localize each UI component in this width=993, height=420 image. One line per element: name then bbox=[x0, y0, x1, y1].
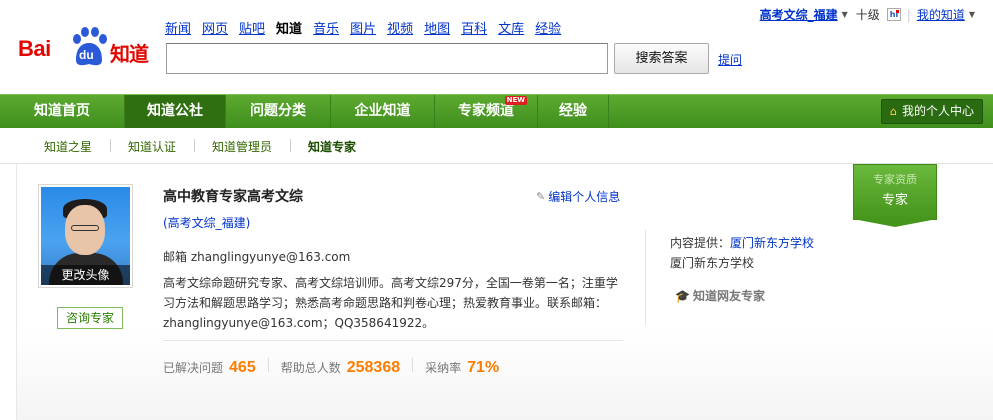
product-link-web[interactable]: 网页 bbox=[202, 18, 228, 37]
product-link-jingyan[interactable]: 经验 bbox=[535, 18, 561, 37]
stat-value: 71% bbox=[467, 359, 500, 376]
subnav-experts[interactable]: 知道专家 bbox=[308, 138, 356, 155]
user-level: 十级 bbox=[855, 8, 880, 22]
divider bbox=[290, 139, 291, 152]
expert-qualification-ribbon: 专家资质 专家 bbox=[853, 164, 937, 220]
netfriend-expert-tag: 🎓 知道网友专家 bbox=[675, 287, 765, 304]
nav-label: 问题分类 bbox=[250, 103, 306, 119]
nav-label: 知道首页 bbox=[34, 103, 90, 119]
subnav-zhidao-star[interactable]: 知道之星 bbox=[44, 138, 92, 155]
logo-du-text: du bbox=[79, 48, 94, 62]
chevron-down-icon[interactable]: ▼ bbox=[969, 10, 975, 19]
product-link-tieba[interactable]: 贴吧 bbox=[239, 18, 265, 37]
product-link-music[interactable]: 音乐 bbox=[313, 18, 339, 37]
avatar[interactable]: 更改头像 bbox=[41, 187, 130, 285]
logo-bai-text: Bai bbox=[18, 36, 51, 61]
divider bbox=[110, 139, 111, 152]
nav-categories[interactable]: 问题分类 bbox=[226, 95, 331, 128]
username-link[interactable]: 高考文综_福建 bbox=[760, 6, 838, 23]
avatar-glasses bbox=[71, 225, 99, 231]
nav-zhidao-commune[interactable]: 知道公社 bbox=[125, 95, 226, 128]
ribbon-tip bbox=[853, 219, 937, 227]
subnav-admins[interactable]: 知道管理员 bbox=[212, 138, 272, 155]
divider bbox=[163, 340, 623, 341]
product-link-video[interactable]: 视频 bbox=[387, 18, 413, 37]
stat-label: 帮助总人数 bbox=[280, 361, 341, 375]
stat-label: 已解决问题 bbox=[163, 361, 224, 375]
nav-label: 经验 bbox=[559, 103, 587, 119]
product-link-baike[interactable]: 百科 bbox=[461, 18, 487, 37]
home-icon: ⌂ bbox=[890, 105, 897, 118]
edit-icon: ✎ bbox=[536, 190, 546, 203]
provider-label: 内容提供： bbox=[670, 236, 731, 250]
product-link-map[interactable]: 地图 bbox=[424, 18, 450, 37]
provider-link[interactable]: 厦门新东方学校 bbox=[730, 236, 814, 250]
ribbon-title: 专家资质 bbox=[873, 173, 917, 186]
chevron-down-icon[interactable]: ▼ bbox=[842, 10, 848, 19]
my-zhidao-link[interactable]: 我的知道 bbox=[917, 6, 965, 23]
edit-profile-link[interactable]: ✎ 编辑个人信息 bbox=[536, 188, 620, 205]
stat-label: 采纳率 bbox=[425, 361, 462, 375]
product-link-images[interactable]: 图片 bbox=[350, 18, 376, 37]
nav-label: 企业知道 bbox=[354, 103, 411, 119]
sub-nav: 知道之星 知道认证 知道管理员 知道专家 bbox=[0, 128, 993, 164]
personal-center-label: 我的个人中心 bbox=[901, 104, 974, 118]
expert-description: 高考文综命题研究专家、高考文综培训师。高考文综297分，全国一卷第一名；注重学习… bbox=[163, 276, 618, 330]
nav-jingyan[interactable]: 经验 bbox=[538, 95, 609, 128]
subnav-certification[interactable]: 知道认证 bbox=[128, 138, 176, 155]
avatar-frame: 更改头像 bbox=[38, 184, 133, 288]
stat-value: 258368 bbox=[346, 359, 401, 376]
graduation-cap-icon: 🎓 bbox=[675, 288, 690, 303]
nav-enterprise[interactable]: 企业知道 bbox=[331, 95, 435, 128]
search-answers-button[interactable]: 搜索答案 bbox=[614, 43, 709, 74]
divider bbox=[194, 139, 195, 152]
expert-username-link[interactable]: (高考文综_福建) bbox=[163, 214, 250, 231]
edit-profile-label: 编辑个人信息 bbox=[548, 190, 621, 204]
nav-label: 专家频道 bbox=[458, 103, 514, 119]
ask-question-link[interactable]: 提问 bbox=[718, 51, 742, 68]
personal-center-button[interactable]: ⌂ 我的个人中心 bbox=[881, 99, 983, 124]
content-provider: 内容提供：厦门新东方学校 bbox=[670, 234, 814, 251]
baidu-zhidao-logo[interactable]: Bai du 知道 bbox=[18, 26, 158, 72]
divider bbox=[412, 358, 414, 372]
divider bbox=[267, 358, 269, 372]
logo-zhidao-text: 知道 bbox=[110, 42, 149, 66]
baidu-hi-icon[interactable]: hi bbox=[886, 8, 901, 21]
user-bar: 高考文综_福建 ▼ 十级 hi | 我的知道 ▼ bbox=[760, 6, 975, 23]
product-link-news[interactable]: 新闻 bbox=[165, 18, 191, 37]
divider: | bbox=[906, 7, 911, 22]
product-links: 新闻 网页 贴吧 知道 音乐 图片 视频 地图 百科 文库 经验 bbox=[165, 18, 572, 37]
netfriend-expert-label: 知道网友专家 bbox=[692, 289, 765, 303]
nav-label: 知道公社 bbox=[147, 103, 203, 119]
ribbon-value: 专家 bbox=[881, 193, 908, 208]
change-avatar-button[interactable]: 更改头像 bbox=[41, 265, 130, 285]
main-nav: 知道首页 知道公社 问题分类 企业知道 专家频道 NEW 经验 ⌂ 我的个人中心 bbox=[0, 94, 993, 128]
product-link-wenku[interactable]: 文库 bbox=[498, 18, 524, 37]
product-link-zhidao[interactable]: 知道 bbox=[276, 18, 302, 37]
nav-zhidao-home[interactable]: 知道首页 bbox=[0, 95, 125, 128]
stat-value: 465 bbox=[229, 359, 256, 376]
search-input[interactable] bbox=[166, 43, 608, 74]
divider bbox=[645, 230, 646, 325]
provider-name: 厦门新东方学校 bbox=[670, 256, 755, 270]
new-badge: NEW bbox=[504, 96, 527, 105]
expert-email: 邮箱 zhanglingyunye@163.com bbox=[163, 250, 351, 264]
expert-stats: 已解决问题 465 帮助总人数 258368 采纳率 71% bbox=[163, 358, 499, 377]
expert-title: 高中教育专家高考文综 bbox=[163, 189, 303, 205]
consult-expert-button[interactable]: 咨询专家 bbox=[57, 307, 123, 329]
nav-expert-channel[interactable]: 专家频道 NEW bbox=[435, 95, 538, 128]
